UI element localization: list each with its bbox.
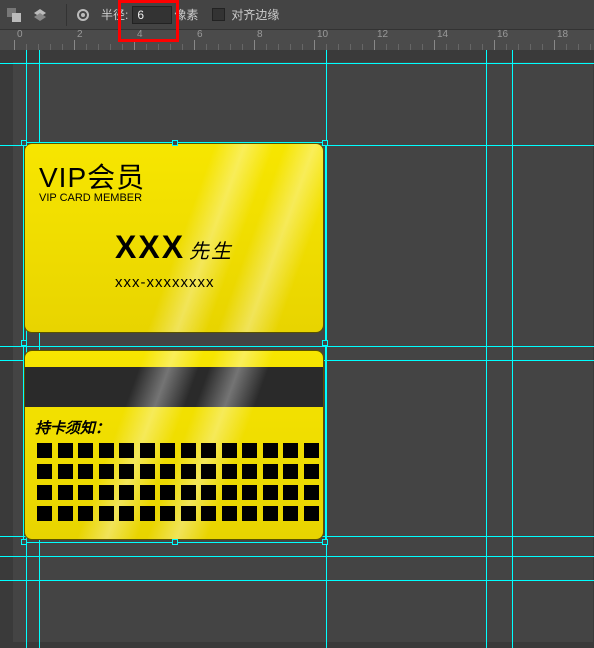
pattern-cell [242, 506, 257, 521]
pattern-cell [242, 464, 257, 479]
pattern-cell [140, 485, 155, 500]
pattern-cell [140, 464, 155, 479]
pattern-cell [283, 464, 298, 479]
card-title: VIP会员 [39, 156, 145, 196]
pattern-grid [37, 443, 319, 527]
notice-label: 持卡须知： [35, 417, 110, 438]
pattern-cell [283, 485, 298, 500]
pattern-cell [283, 443, 298, 458]
pattern-cell [99, 464, 114, 479]
ruler-mark: 6 [197, 29, 203, 40]
card-front[interactable]: VIP会员 VIP CARD MEMBER XXX先生 xxx-xxxxxxxx [24, 143, 324, 333]
pattern-cell [181, 443, 196, 458]
pattern-cell [58, 443, 73, 458]
align-edges-checkbox[interactable] [212, 8, 225, 21]
pattern-cell [58, 485, 73, 500]
pattern-cell [78, 443, 93, 458]
pattern-cell [119, 443, 134, 458]
pattern-cell [304, 506, 319, 521]
pattern-cell [283, 506, 298, 521]
radius-input[interactable] [132, 6, 172, 24]
pattern-cell [160, 506, 175, 521]
card-holder-name: XXX先生 [115, 229, 233, 266]
pattern-cell [37, 485, 52, 500]
canvas-viewport[interactable]: VIP会员 VIP CARD MEMBER XXX先生 xxx-xxxxxxxx… [0, 50, 594, 648]
pattern-cell [140, 443, 155, 458]
layers-icon[interactable] [32, 7, 48, 23]
pattern-cell [263, 506, 278, 521]
guide-vertical[interactable] [486, 50, 487, 648]
guide-vertical[interactable] [512, 50, 513, 648]
pattern-cell [222, 443, 237, 458]
pattern-cell [222, 506, 237, 521]
guide-horizontal[interactable] [0, 556, 594, 557]
pattern-cell [37, 464, 52, 479]
pattern-cell [222, 485, 237, 500]
pattern-cell [222, 464, 237, 479]
radius-label: 半径: [101, 6, 128, 23]
pattern-cell [37, 443, 52, 458]
guide-vertical[interactable] [26, 50, 27, 648]
pattern-cell [181, 506, 196, 521]
pattern-cell [58, 464, 73, 479]
pattern-cell [304, 464, 319, 479]
pattern-cell [58, 506, 73, 521]
ruler-mark: 8 [257, 29, 263, 40]
ruler-mark: 4 [137, 29, 143, 40]
pattern-cell [201, 485, 216, 500]
guide-vertical[interactable] [39, 50, 40, 648]
pattern-cell [201, 506, 216, 521]
name-suffix: 先生 [189, 241, 233, 263]
ruler-mark: 0 [17, 29, 23, 40]
pattern-cell [160, 485, 175, 500]
pattern-cell [263, 485, 278, 500]
pattern-cell [119, 506, 134, 521]
pattern-cell [201, 443, 216, 458]
ruler-mark: 10 [317, 29, 328, 40]
pattern-cell [78, 506, 93, 521]
card-back[interactable]: 持卡须知： [24, 350, 324, 540]
name-text: XXX [115, 229, 185, 265]
ruler-mark: 14 [437, 29, 448, 40]
options-toolbar: 半径: 像素 对齐边缘 [0, 0, 594, 30]
radius-unit: 像素 [174, 6, 198, 23]
pattern-cell [160, 464, 175, 479]
pattern-cell [37, 506, 52, 521]
pattern-cell [99, 485, 114, 500]
pattern-cell [140, 506, 155, 521]
pattern-cell [181, 464, 196, 479]
guide-horizontal[interactable] [0, 346, 594, 347]
pattern-cell [304, 443, 319, 458]
pattern-cell [99, 443, 114, 458]
ruler-mark: 16 [497, 29, 508, 40]
guide-vertical[interactable] [326, 50, 327, 648]
pattern-cell [119, 485, 134, 500]
pattern-cell [119, 464, 134, 479]
pattern-cell [160, 443, 175, 458]
horizontal-ruler[interactable]: 0 2 4 6 8 10 12 14 16 18 [0, 30, 594, 51]
guide-horizontal[interactable] [0, 63, 594, 64]
pattern-cell [78, 485, 93, 500]
ruler-mark: 12 [377, 29, 388, 40]
pattern-cell [201, 464, 216, 479]
pattern-cell [304, 485, 319, 500]
ruler-mark: 2 [77, 29, 83, 40]
card-subtitle: VIP CARD MEMBER [39, 192, 142, 204]
card-code: xxx-xxxxxxxx [115, 274, 215, 291]
ruler-mark: 18 [557, 29, 568, 40]
swap-color-icon[interactable] [6, 7, 22, 23]
pattern-cell [263, 443, 278, 458]
pattern-cell [242, 485, 257, 500]
pattern-cell [242, 443, 257, 458]
gear-icon[interactable] [75, 7, 91, 23]
pattern-cell [181, 485, 196, 500]
pattern-cell [78, 464, 93, 479]
pattern-cell [263, 464, 278, 479]
guide-horizontal[interactable] [0, 580, 594, 581]
align-edges-label: 对齐边缘 [231, 6, 279, 23]
separator [66, 4, 67, 26]
pattern-cell [99, 506, 114, 521]
